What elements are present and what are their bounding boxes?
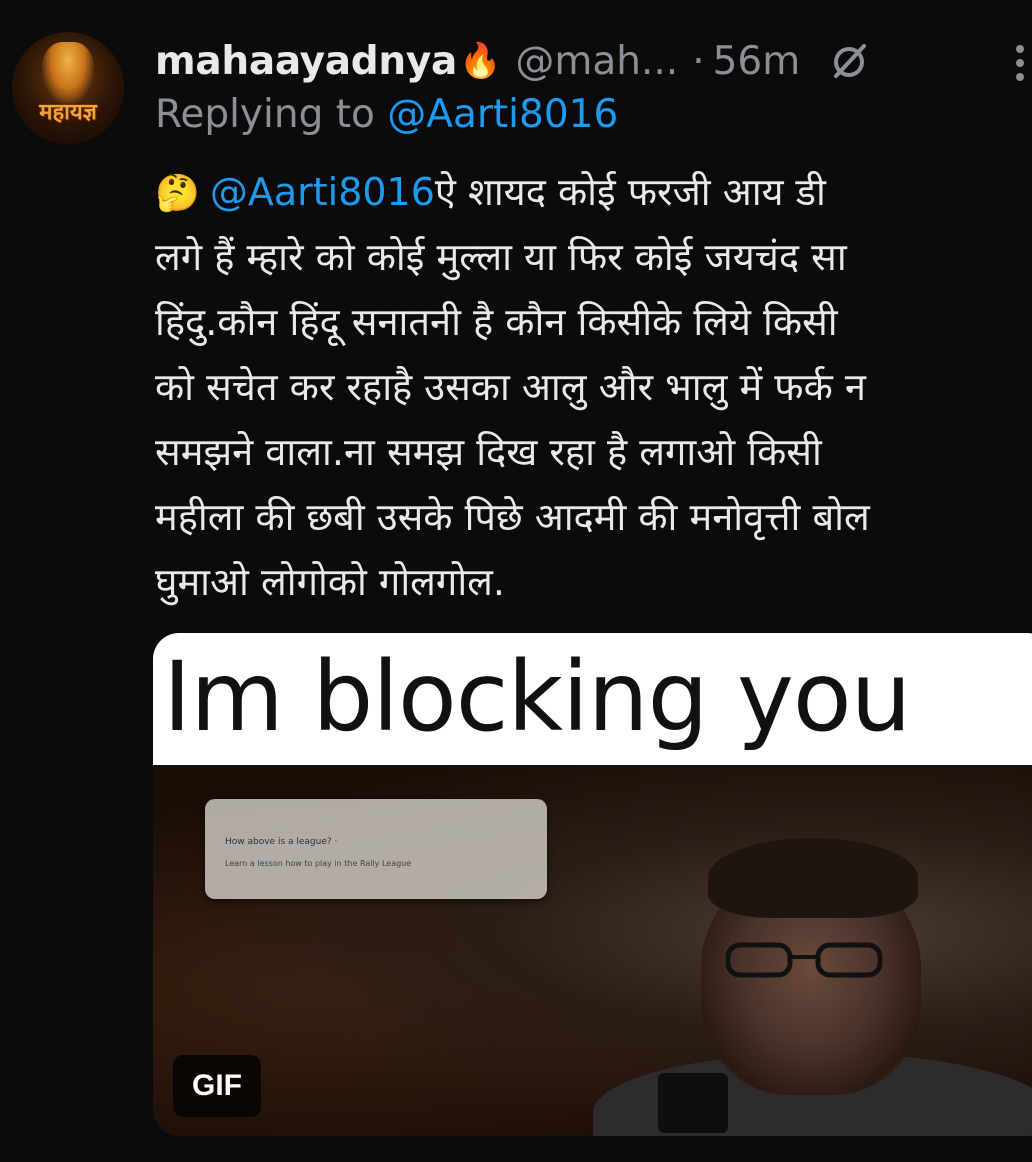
tweet-line: को सचेत कर रहाहै उसका आलु और भालु में फर… [155, 365, 866, 409]
gif-caption-band: Im blocking you [153, 633, 1032, 765]
avatar-logo-text: महायज्ञ [39, 99, 97, 125]
tweet-text: 🤔 @Aarti8016ऐ शायद कोई फरजी आय डी लगे हैं… [155, 160, 1032, 615]
notification-title: How above is a league? · [225, 837, 338, 847]
tweet-line: 🤔 @Aarti8016ऐ शायद कोई फरजी आय डी [155, 160, 1032, 225]
more-options-icon[interactable] [1014, 43, 1026, 83]
gif-phone [658, 1073, 728, 1133]
gif-media[interactable]: Im blocking you How above is a league? ·… [153, 633, 1032, 1136]
header-separator: · [692, 38, 705, 84]
author-handle[interactable]: @mah... [515, 39, 678, 84]
avatar-deity-figure [42, 42, 94, 104]
gif-badge: GIF [173, 1055, 261, 1117]
tweet-header: mahaayadnya 🔥 @mah... · 56m [155, 33, 1032, 89]
tweet-mention[interactable]: @Aarti8016 [210, 170, 435, 214]
replying-to-mention[interactable]: @Aarti8016 [387, 92, 618, 137]
gif-person-hair [708, 838, 918, 918]
replying-to-label: Replying to [155, 92, 388, 137]
author-display-name[interactable]: mahaayadnya [155, 39, 457, 84]
fire-emoji-icon: 🔥 [459, 41, 502, 81]
gif-notification-popup: How above is a league? · Learn a lesson … [205, 799, 547, 899]
thinking-face-emoji-icon: 🤔 [155, 173, 200, 214]
glasses-icon [725, 942, 883, 978]
grok-icon[interactable] [828, 40, 870, 82]
notification-body: Learn a lesson how to play in the Rally … [225, 859, 412, 868]
tweet-line-text: ऐ शायद कोई फरजी आय डी [434, 170, 826, 214]
tweet-line: हिंदु.कौन हिंदू सनातनी है कौन किसीके लिय… [155, 300, 838, 344]
tweet-timestamp[interactable]: 56m [713, 39, 801, 84]
tweet-line: लगे हैं म्हारे को कोई मुल्ला या फिर कोई … [155, 235, 847, 279]
gif-caption: Im blocking you [163, 641, 911, 753]
author-avatar[interactable]: महायज्ञ [12, 32, 124, 144]
tweet-line: घुमाओ लोगोको गोलगोल. [155, 560, 506, 604]
replying-to: Replying to @Aarti8016 [155, 92, 618, 144]
tweet-line: महीला की छबी उसके पिछे आदमी की मनोवृत्ती… [155, 495, 870, 539]
tweet-line: समझने वाला.ना समझ दिख रहा है लगाओ किसी [155, 430, 822, 474]
